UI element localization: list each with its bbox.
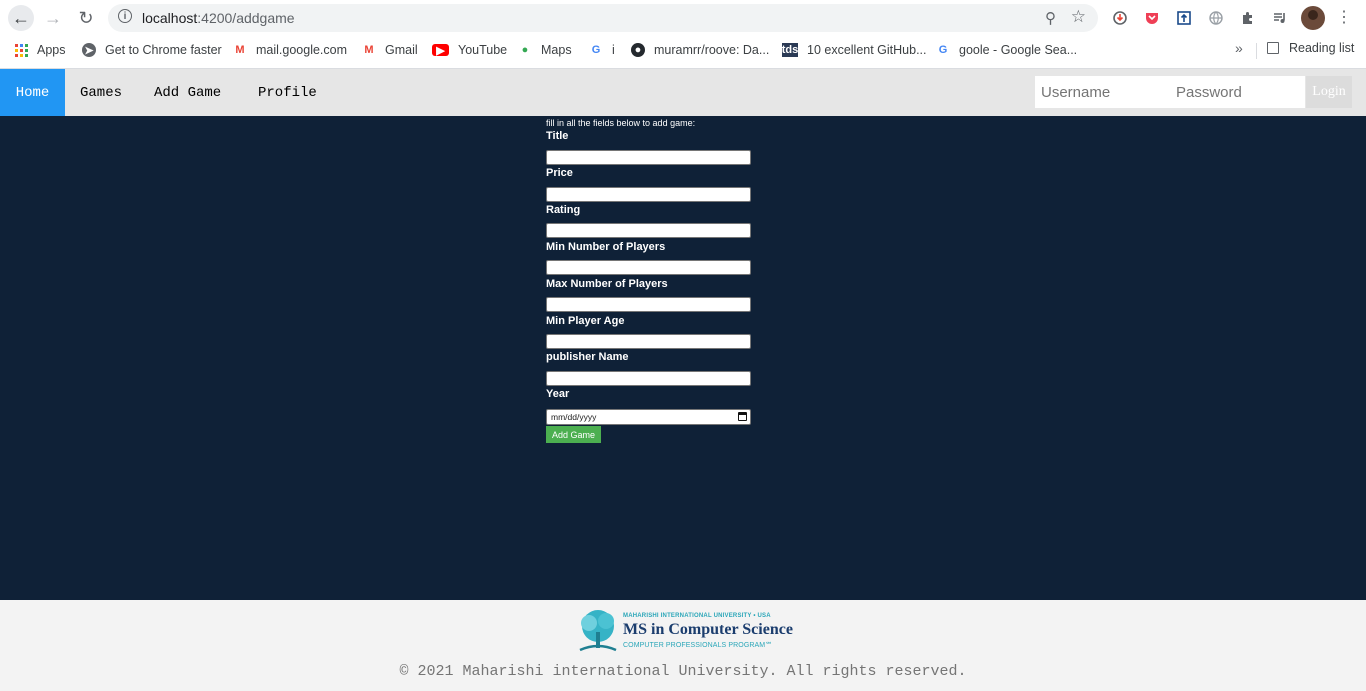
bookmark-label: Get to Chrome faster (105, 43, 222, 57)
username-input[interactable] (1035, 76, 1170, 108)
nav-add-game[interactable]: Add Game (154, 69, 221, 116)
download-extension-icon[interactable] (1110, 8, 1130, 28)
info-icon[interactable]: i (118, 9, 132, 23)
calendar-icon[interactable] (738, 412, 747, 421)
password-input[interactable] (1170, 76, 1305, 108)
google-icon: G (591, 44, 601, 56)
bookmarks-overflow-icon[interactable]: » (1235, 40, 1243, 56)
bookmark-google-i[interactable]: G i (589, 41, 615, 59)
reload-icon[interactable]: ↻ (73, 5, 99, 31)
apps-grid-icon (14, 43, 28, 57)
bookmark-youtube[interactable]: ▶ YouTube (432, 41, 507, 59)
min-players-label: Min Number of Players (546, 241, 666, 253)
tds-icon: tds (781, 43, 799, 57)
bookmark-github-roove[interactable]: ● muramrr/roove: Da... (631, 41, 769, 59)
bookmark-apps[interactable]: Apps (14, 41, 66, 59)
logo-university-text: MAHARISHI INTERNATIONAL UNIVERSITY • USA (623, 613, 771, 619)
add-game-button[interactable]: Add Game (546, 426, 601, 443)
bookmark-label: muramrr/roove: Da... (654, 43, 770, 57)
reading-list-label: Reading list (1289, 41, 1355, 55)
bookmark-label: YouTube (458, 43, 508, 57)
rating-label: Rating (546, 204, 581, 216)
bookmark-tds-github[interactable]: tds 10 excellent GitHub... (782, 41, 927, 59)
title-label: Title (546, 130, 569, 142)
bookmark-label: Gmail (385, 43, 418, 57)
price-input[interactable] (546, 187, 751, 202)
bookmarks-bar: Apps ➤ Get to Chrome faster M mail.googl… (0, 36, 1366, 64)
zoom-icon[interactable]: ⚲ (1045, 9, 1056, 27)
youtube-icon: ▶ (432, 44, 449, 57)
publisher-label: publisher Name (546, 351, 629, 363)
top-navbar: Home Games Add Game Profile Login (0, 69, 1366, 116)
form-instructions: fill in all the fields below to add game… (546, 118, 696, 128)
bookmark-maps[interactable]: ● Maps (518, 41, 572, 59)
more-menu-icon[interactable]: ⋮ (1336, 7, 1352, 27)
publisher-input[interactable] (546, 371, 751, 386)
pocket-extension-icon[interactable] (1142, 8, 1162, 28)
bookmark-star-icon[interactable]: ☆ (1071, 7, 1086, 27)
footer: MAHARISHI INTERNATIONAL UNIVERSITY • USA… (0, 600, 1366, 691)
bookmark-label: Apps (37, 43, 66, 57)
bookmark-mail-google[interactable]: M mail.google.com (233, 41, 347, 59)
min-age-label: Min Player Age (546, 315, 625, 327)
bookmark-google-search[interactable]: G goole - Google Sea... (936, 41, 1077, 59)
profile-avatar[interactable] (1301, 6, 1325, 30)
nav-games[interactable]: Games (80, 69, 122, 116)
min-players-input[interactable] (546, 260, 751, 275)
browser-toolbar: ← → ↻ i localhost:4200/addgame ⚲ ☆ ⋮ (0, 0, 1366, 36)
title-input[interactable] (546, 150, 751, 165)
max-players-label: Max Number of Players (546, 278, 668, 290)
bookmarks-divider (1256, 43, 1257, 59)
url-text[interactable]: localhost:4200/addgame (142, 10, 295, 26)
gmail-icon: M (364, 44, 374, 56)
browser-chrome: ← → ↻ i localhost:4200/addgame ⚲ ☆ ⋮ App… (0, 0, 1366, 68)
nav-home[interactable]: Home (0, 69, 65, 116)
university-logo: MAHARISHI INTERNATIONAL UNIVERSITY • USA… (576, 608, 793, 654)
google-icon: G (938, 44, 948, 56)
address-bar[interactable]: i localhost:4200/addgame ⚲ ☆ (108, 4, 1098, 32)
bookmark-gmail[interactable]: M Gmail (362, 41, 418, 59)
price-label: Price (546, 167, 573, 179)
reading-list-button[interactable]: Reading list (1267, 41, 1354, 55)
rating-input[interactable] (546, 223, 751, 238)
chrome-icon: ➤ (82, 43, 96, 57)
github-icon: ● (631, 43, 645, 57)
bookmark-label: mail.google.com (256, 43, 348, 57)
globe-extension-icon[interactable] (1206, 8, 1226, 28)
url-host: localhost (142, 10, 198, 26)
media-control-icon[interactable] (1270, 8, 1290, 28)
forward-arrow-icon[interactable]: → (40, 5, 66, 31)
url-path: :4200/addgame (197, 10, 295, 26)
bookmark-label: Maps (541, 43, 572, 57)
maps-icon: ● (521, 44, 529, 56)
copyright-text: © 2021 Maharishi international Universit… (399, 663, 967, 680)
min-age-input[interactable] (546, 334, 751, 349)
logo-program-title: MS in Computer Science (623, 621, 793, 638)
puzzle-extensions-icon[interactable] (1238, 8, 1258, 28)
nav-profile[interactable]: Profile (258, 69, 317, 116)
upload-extension-icon[interactable] (1174, 8, 1194, 28)
tree-logo-icon (579, 610, 617, 652)
date-placeholder: mm/dd/yyyy (551, 412, 597, 422)
logo-program-subtitle: COMPUTER PROFESSIONALS PROGRAM℠ (623, 642, 773, 649)
year-date-input[interactable]: mm/dd/yyyy (546, 409, 751, 425)
max-players-input[interactable] (546, 297, 751, 312)
bookmark-label: 10 excellent GitHub... (807, 43, 927, 57)
year-label: Year (546, 388, 570, 400)
bookmark-chrome-faster[interactable]: ➤ Get to Chrome faster (82, 41, 222, 59)
gmail-icon: M (235, 44, 245, 56)
reading-list-icon (1267, 42, 1279, 54)
bookmark-label: goole - Google Sea... (959, 43, 1078, 57)
login-button[interactable]: Login (1306, 76, 1352, 108)
back-arrow-icon[interactable]: ← (8, 5, 34, 31)
bookmark-label: i (612, 43, 615, 57)
